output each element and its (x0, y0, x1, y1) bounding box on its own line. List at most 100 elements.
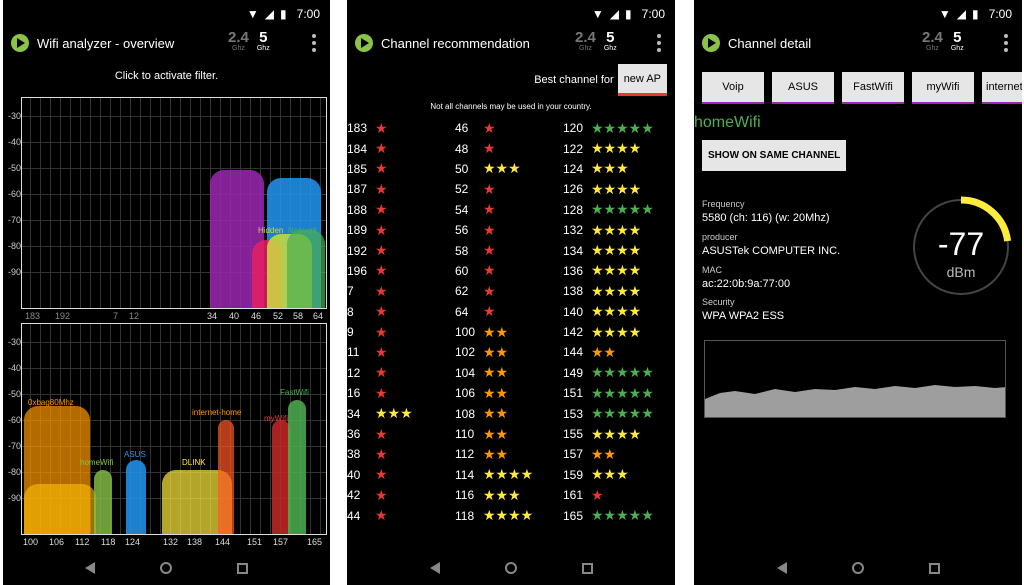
channel-number: 48 (455, 141, 469, 156)
graph-5ghz-low[interactable]: Hidden Network (21, 97, 327, 309)
channel-row: 120 ★★★★★ (563, 118, 654, 138)
status-bar: ▼ ◢ ▮ 7:00 (694, 0, 1022, 28)
grid-line (90, 98, 91, 308)
channel-number: 153 (563, 406, 584, 421)
channel-number: 187 (347, 182, 368, 197)
band-24-button[interactable]: 2.4 Ghz (575, 30, 596, 53)
overflow-menu-icon[interactable] (1004, 34, 1008, 52)
channel-row: 149 ★★★★★ (563, 363, 654, 383)
channel-row: 138 ★★★★ (563, 281, 654, 301)
channel-number: 183 (347, 121, 368, 136)
home-icon[interactable] (159, 562, 172, 574)
show-on-same-channel-button[interactable]: SHOW ON SAME CHANNEL (702, 140, 847, 171)
overflow-menu-icon[interactable] (657, 34, 661, 52)
y-tick-label: -70 (8, 441, 22, 451)
channel-rating-stars: ★ (375, 140, 388, 157)
channel-rating-stars: ★★★★★ (591, 405, 654, 422)
channel-number: 188 (347, 202, 368, 217)
channel-row: 110 ★★ (455, 424, 533, 444)
channel-row: 11 ★ (347, 342, 413, 362)
tab-asus[interactable]: ASUS (772, 72, 834, 104)
channel-rating-stars: ★ (375, 303, 388, 320)
channel-rating-stars: ★★★ (483, 160, 521, 177)
channel-number: 64 (455, 304, 469, 319)
channel-row: 38 ★ (347, 444, 413, 464)
x-tick-label: 157 (273, 537, 289, 547)
x-tick-label: 12 (129, 311, 140, 321)
y-tick-label: -60 (8, 189, 22, 199)
recents-icon[interactable] (236, 562, 248, 574)
channel-number: 159 (563, 467, 584, 482)
channel-number: 50 (455, 161, 469, 176)
tab-voip[interactable]: Voip (702, 72, 764, 104)
band-5-button[interactable]: 5 Ghz (604, 30, 617, 53)
app-logo-icon (702, 34, 720, 52)
band-24-button[interactable]: 2.4 Ghz (922, 30, 943, 53)
tab-fastwifi[interactable]: FastWifi (842, 72, 904, 104)
grid-line (70, 98, 71, 308)
back-icon[interactable] (776, 562, 787, 574)
recents-icon[interactable] (928, 562, 940, 574)
recents-icon[interactable] (581, 562, 593, 574)
graph-5ghz-high[interactable]: 0xbag80Mhz homeWifi ASUS DLINK internet-home… (21, 323, 327, 535)
band-5-button[interactable]: 5 Ghz (951, 30, 964, 53)
channel-rating-stars: ★★ (483, 425, 509, 442)
channel-number: 16 (347, 386, 361, 401)
channel-number: 192 (347, 243, 368, 258)
filter-hint[interactable]: Click to activate filter. (3, 70, 330, 82)
back-icon[interactable] (85, 562, 96, 574)
tab-mywifi[interactable]: myWifi (912, 72, 974, 104)
channel-rating-stars: ★ (483, 303, 496, 320)
channel-number: 54 (455, 202, 469, 217)
network-label: myWifi (264, 414, 288, 423)
page-title: Channel recommendation (381, 35, 530, 51)
channel-number: 106 (455, 386, 476, 401)
home-icon[interactable] (851, 562, 864, 574)
signal-history-graph (704, 340, 1006, 418)
band-5-button[interactable]: 5 Ghz (257, 30, 270, 53)
x-tick-label: 151 (247, 537, 263, 547)
grid-line (80, 98, 81, 308)
y-tick-label: -30 (8, 111, 22, 121)
channel-row: 46 ★ (455, 118, 533, 138)
channel-rating-stars: ★ (483, 140, 496, 157)
tab-internet-home[interactable]: internet-home (982, 72, 1022, 104)
app-bar: Wifi analyzer - overview 2.4 Ghz 5 Ghz (3, 28, 330, 58)
channel-row: 183 ★ (347, 118, 413, 138)
channel-rating-stars: ★ (483, 242, 496, 259)
channel-number: 34 (347, 406, 361, 421)
channel-rating-stars: ★★★ (375, 405, 413, 422)
channel-row: 7 ★ (347, 281, 413, 301)
channel-rating-stars: ★★★★ (591, 262, 642, 279)
channel-number: 157 (563, 447, 584, 462)
channel-rating-stars: ★★ (483, 405, 509, 422)
channel-number: 9 (347, 325, 354, 340)
channel-row: 134 ★★★★ (563, 240, 654, 260)
country-note: Not all channels may be used in your cou… (430, 102, 592, 111)
new-ap-button[interactable]: new AP (617, 64, 667, 96)
channel-rating-stars: ★★★★★ (591, 119, 654, 136)
channel-number: 140 (563, 304, 584, 319)
channel-row: 9 ★ (347, 322, 413, 342)
grid-line (270, 324, 271, 534)
overflow-menu-icon[interactable] (312, 34, 316, 52)
channel-number: 196 (347, 263, 368, 278)
grid-line (120, 324, 121, 534)
channel-number: 40 (347, 467, 361, 482)
network-label: 0xbag80Mhz (28, 398, 74, 407)
network-label: homeWifi (80, 458, 114, 467)
channel-rating-stars: ★★★★ (591, 323, 642, 340)
y-tick-label: -60 (8, 415, 22, 425)
status-bar: ▼ ◢ ▮ 7:00 (347, 0, 675, 28)
channel-row: 108 ★★ (455, 403, 533, 423)
grid-line (310, 324, 311, 534)
channel-rating-stars: ★★★★ (483, 507, 534, 524)
y-tick-label: -90 (8, 493, 22, 503)
channel-column: 120 ★★★★★ 122 ★★★★ 124 ★★★ 126 ★★★★ 128 ★★★★★ 132 ★… (563, 118, 654, 526)
channel-number: 42 (347, 488, 361, 503)
channel-rating-stars: ★★★★ (591, 282, 642, 299)
home-icon[interactable] (504, 562, 517, 574)
channel-rating-stars: ★★ (591, 343, 617, 360)
back-icon[interactable] (429, 562, 440, 574)
band-24-button[interactable]: 2.4 Ghz (228, 30, 249, 53)
